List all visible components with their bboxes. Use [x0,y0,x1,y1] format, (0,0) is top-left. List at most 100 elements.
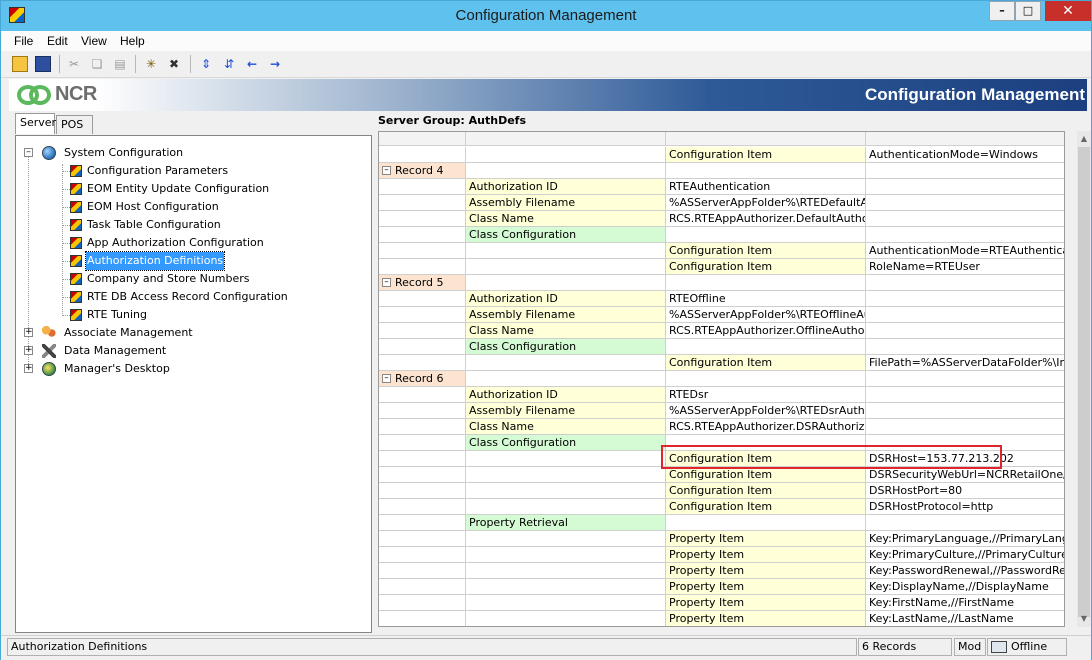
table-cell[interactable]: Assembly Filename [466,307,666,323]
table-cell[interactable] [379,387,466,403]
collapse-icon[interactable]: – [24,148,33,157]
table-cell[interactable] [866,227,1064,243]
table-cell[interactable] [866,371,1064,387]
table-cell[interactable] [379,291,466,307]
table-cell[interactable]: Configuration Item [666,147,866,163]
table-cell[interactable]: Authorization ID [466,291,666,307]
open-folder-icon[interactable] [12,56,28,72]
table-cell[interactable]: Key:PasswordRenewal,//PasswordRenewal [866,563,1064,579]
table-cell[interactable] [866,339,1064,355]
table-cell[interactable] [379,451,466,467]
table-cell[interactable]: RTEOffline [666,291,866,307]
table-cell[interactable] [466,595,666,611]
table-cell[interactable] [866,387,1064,403]
table-cell[interactable]: %ASServerAppFolder%\RTEDsrAuthorizer.dll [666,403,866,419]
vertical-scrollbar[interactable]: ▲ ▼ [1077,131,1091,627]
table-cell[interactable] [379,419,466,435]
table-cell[interactable] [379,323,466,339]
table-cell[interactable] [466,483,666,499]
table-cell[interactable]: RCS.RTEAppAuthorizer.DefaultAuthorizer [666,211,866,227]
table-cell[interactable] [466,579,666,595]
table-cell[interactable] [866,179,1064,195]
table-cell[interactable] [466,147,666,163]
collapse-all-icon[interactable]: ⇵ [221,56,237,72]
new-record-icon[interactable]: ✳ [143,56,159,72]
copy-icon[interactable]: ❏ [89,56,105,72]
table-row[interactable]: Configuration Item DSRHostProtocol=http [379,499,1064,515]
table-cell[interactable] [466,451,666,467]
table-cell[interactable] [379,547,466,563]
table-cell[interactable]: Authorization ID [466,179,666,195]
back-arrow-icon[interactable]: ← [244,56,260,72]
table-row[interactable]: Property Item Key:PrimaryCulture,//Primar… [379,547,1064,563]
table-cell[interactable] [466,371,666,387]
table-row[interactable]: Configuration Item AuthenticationMode=Win… [379,147,1064,163]
delete-record-icon[interactable]: ✖ [166,56,182,72]
collapse-icon[interactable]: – [382,374,391,383]
table-cell[interactable]: AuthenticationMode=RTEAuthentication [866,243,1064,259]
table-cell[interactable] [466,355,666,371]
table-cell[interactable] [466,547,666,563]
table-cell[interactable] [866,275,1064,291]
table-row[interactable]: Configuration Item DSRSecurityWebUrl=NCRR… [379,467,1064,483]
tab-pos[interactable]: POS [56,115,93,134]
table-cell[interactable]: Configuration Item [666,355,866,371]
table-row[interactable]: Class Name RCS.RTEAppAuthorizer.DSRAuthor… [379,419,1064,435]
table-cell[interactable]: Class Name [466,419,666,435]
table-cell[interactable]: Configuration Item [666,467,866,483]
table-cell[interactable] [379,595,466,611]
table-row[interactable]: Property Item Key:PrimaryLanguage,//Prima… [379,531,1064,547]
table-cell[interactable]: Configuration Item [666,499,866,515]
table-cell[interactable] [379,403,466,419]
tab-server[interactable]: Server [15,113,56,134]
table-cell[interactable]: Property Item [666,611,866,626]
table-cell[interactable] [866,323,1064,339]
expand-all-icon[interactable]: ⇕ [198,56,214,72]
table-cell[interactable] [666,227,866,243]
table-cell[interactable]: FilePath=%ASServerDataFolder%\Install\ [866,355,1064,371]
collapse-icon[interactable]: – [382,278,391,287]
table-row[interactable]: Property Item Key:LastName,//LastName [379,611,1064,626]
table-cell[interactable]: Property Item [666,547,866,563]
expand-icon[interactable]: + [24,328,33,337]
table-row[interactable]: Authorization ID RTEOffline [379,291,1064,307]
table-cell[interactable]: DSRHostProtocol=http [866,499,1064,515]
table-row[interactable]: Class Name RCS.RTEAppAuthorizer.DefaultAu… [379,211,1064,227]
table-cell[interactable]: DSRHostPort=80 [866,483,1064,499]
table-cell[interactable]: RCS.RTEAppAuthorizer.OfflineAuthorizer [666,323,866,339]
table-cell[interactable]: Authorization ID [466,387,666,403]
table-cell[interactable]: Property Item [666,595,866,611]
table-cell[interactable] [379,307,466,323]
table-cell[interactable] [379,355,466,371]
table-cell[interactable]: DSRSecurityWebUrl=NCRRetailOne/api/ [866,467,1064,483]
table-cell[interactable] [866,195,1064,211]
table-cell[interactable]: Key:FirstName,//FirstName [866,595,1064,611]
table-cell[interactable] [466,163,666,179]
table-row[interactable]: Assembly Filename %ASServerAppFolder%\RTE… [379,307,1064,323]
record-row[interactable]: – Record 6 [379,371,1064,387]
collapse-icon[interactable]: – [382,166,391,175]
table-row[interactable]: Property Retrieval [379,515,1064,531]
table-cell[interactable] [379,339,466,355]
table-cell[interactable]: RoleName=RTEUser [866,259,1064,275]
table-cell[interactable] [866,291,1064,307]
table-cell[interactable]: RTEDsr [666,387,866,403]
cut-icon[interactable]: ✂ [66,56,82,72]
table-cell[interactable] [466,611,666,626]
table-cell[interactable] [379,179,466,195]
table-cell[interactable] [666,371,866,387]
table-cell[interactable]: Property Item [666,579,866,595]
table-row[interactable]: Configuration Item DSRHostPort=80 [379,483,1064,499]
table-row[interactable]: Authorization ID RTEAuthentication [379,179,1064,195]
menu-help[interactable]: Help [120,34,145,48]
table-cell[interactable] [379,227,466,243]
scroll-thumb[interactable] [1078,147,1090,617]
table-cell[interactable] [666,515,866,531]
table-cell[interactable] [379,147,466,163]
table-cell[interactable] [379,243,466,259]
table-cell[interactable] [379,211,466,227]
table-cell[interactable]: Configuration Item [666,483,866,499]
table-cell[interactable]: Key:DisplayName,//DisplayName [866,579,1064,595]
expand-icon[interactable]: + [24,364,33,373]
table-row[interactable]: Configuration Item AuthenticationMode=RTE… [379,243,1064,259]
